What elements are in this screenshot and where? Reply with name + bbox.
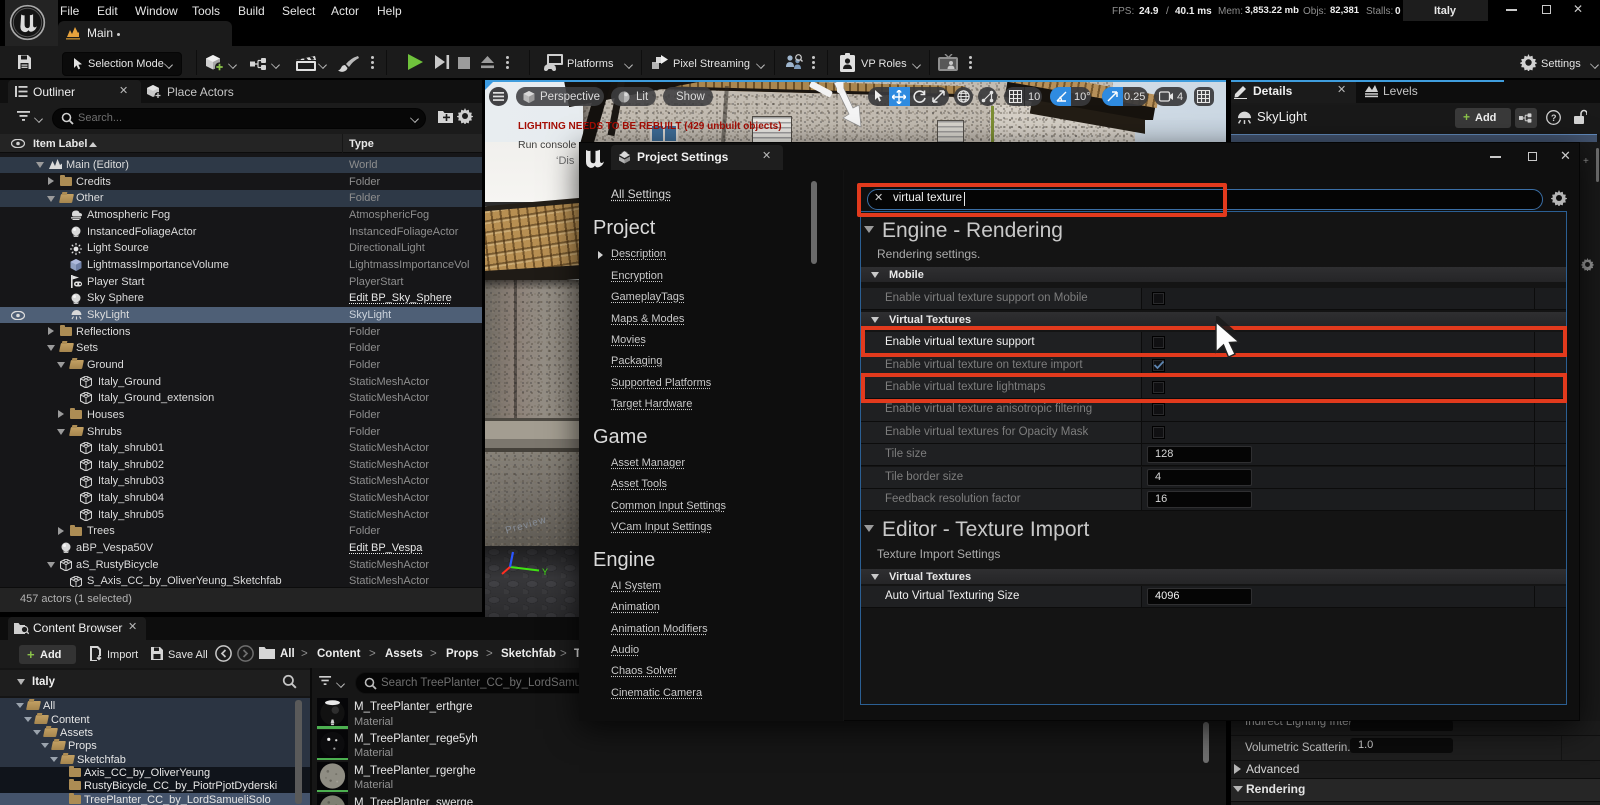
svg-text:Y: Y: [542, 567, 548, 577]
svg-text:?: ?: [1551, 113, 1557, 123]
